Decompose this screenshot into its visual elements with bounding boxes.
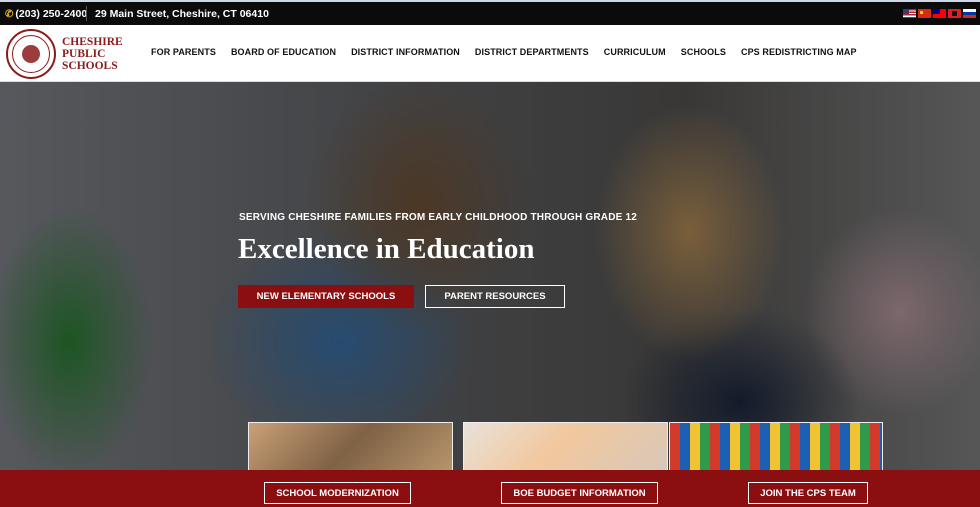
photo-card-teacher[interactable]: [248, 422, 453, 472]
al-flag-icon[interactable]: [948, 9, 961, 18]
cn-flag-icon[interactable]: [918, 9, 931, 18]
phone-number: (203) 250-2400: [15, 8, 88, 20]
nav-curriculum[interactable]: CURRICULUM: [604, 47, 666, 57]
logo-line-2: PUBLIC: [62, 48, 106, 60]
logo-line-1: CHESHIRE: [62, 36, 123, 48]
boe-budget-button[interactable]: BOE BUDGET INFORMATION: [501, 482, 658, 504]
quick-links-bar: SCHOOL MODERNIZATION BOE BUDGET INFORMAT…: [0, 470, 980, 507]
photo-card-student[interactable]: [463, 422, 668, 472]
nav-schools[interactable]: SCHOOLS: [681, 47, 726, 57]
utility-divider: [86, 6, 87, 21]
utility-bar: ✆ (203) 250-2400 29 Main Street, Cheshir…: [0, 2, 980, 25]
phone-link[interactable]: ✆ (203) 250-2400: [5, 8, 87, 20]
site-logo[interactable]: CHESHIRE PUBLIC SCHOOLS: [6, 29, 123, 79]
hero-eyebrow: SERVING CHESHIRE FAMILIES FROM EARLY CHI…: [239, 212, 638, 223]
nav-district-departments[interactable]: DISTRICT DEPARTMENTS: [475, 47, 589, 57]
main-nav: FOR PARENTS BOARD OF EDUCATION DISTRICT …: [151, 47, 872, 57]
ru-flag-icon[interactable]: [963, 9, 976, 18]
tw-flag-icon[interactable]: [933, 9, 946, 18]
join-team-button[interactable]: JOIN THE CPS TEAM: [748, 482, 868, 504]
language-flags: [903, 9, 976, 18]
address: 29 Main Street, Cheshire, CT 06410: [95, 8, 269, 20]
nav-district-information[interactable]: DISTRICT INFORMATION: [351, 47, 460, 57]
nav-board-of-education[interactable]: BOARD OF EDUCATION: [231, 47, 336, 57]
phone-icon: ✆: [5, 8, 14, 20]
us-flag-icon[interactable]: [903, 9, 916, 18]
hero-banner: SERVING CHESHIRE FAMILIES FROM EARLY CHI…: [0, 82, 980, 472]
photo-card-classroom-art[interactable]: [669, 422, 883, 472]
nav-redistricting-map[interactable]: CPS REDISTRICTING MAP: [741, 47, 857, 57]
site-header: CHESHIRE PUBLIC SCHOOLS FOR PARENTS BOAR…: [0, 25, 980, 82]
parent-resources-button[interactable]: PARENT RESOURCES: [425, 285, 565, 308]
logo-line-3: SCHOOLS: [62, 60, 118, 72]
logo-text: CHESHIRE PUBLIC SCHOOLS: [62, 36, 123, 72]
hero-photo-overlay: [0, 82, 980, 472]
hero-title: Excellence in Education: [238, 233, 535, 265]
district-seal-icon: [6, 29, 56, 79]
school-modernization-button[interactable]: SCHOOL MODERNIZATION: [264, 482, 411, 504]
new-elementary-schools-button[interactable]: NEW ELEMENTARY SCHOOLS: [238, 285, 414, 308]
nav-for-parents[interactable]: FOR PARENTS: [151, 47, 216, 57]
